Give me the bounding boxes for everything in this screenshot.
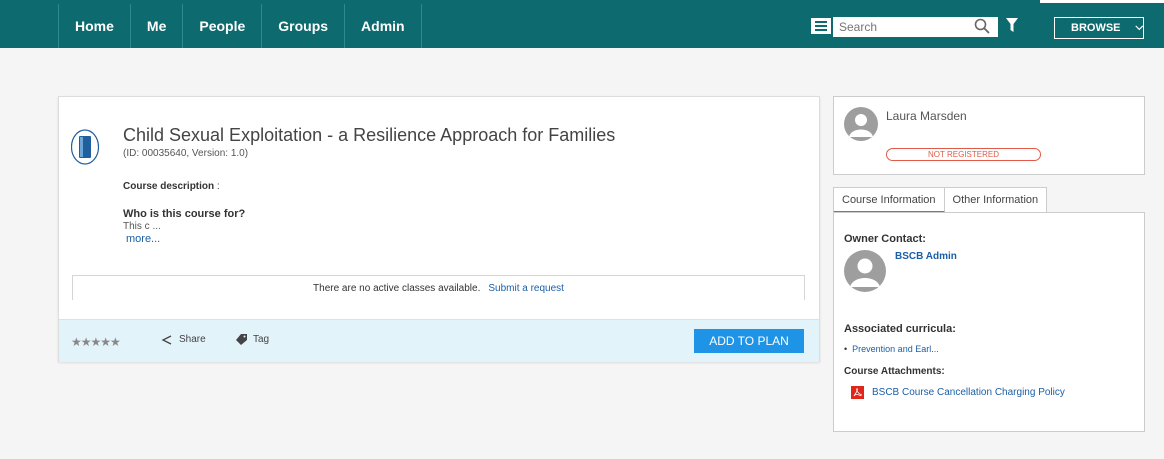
submit-request-link[interactable]: Submit a request — [488, 283, 564, 294]
course-id: (ID: 00035640, Version: 1.0) — [123, 148, 249, 159]
nav-item-admin[interactable]: Admin — [344, 4, 422, 48]
share-label: Share — [179, 334, 206, 345]
course-card: Child Sexual Exploitation - a Resilience… — [58, 96, 820, 362]
tab-course-information[interactable]: Course Information — [833, 187, 945, 213]
registration-status-badge: NOT REGISTERED — [886, 148, 1041, 161]
top-navigation-bar: Home Me People Groups Admin BROWSE — [0, 0, 1164, 48]
owner-avatar-icon — [844, 250, 886, 292]
menu-icon[interactable] — [811, 18, 831, 34]
associated-curricula-label: Associated curricula: — [844, 323, 956, 335]
course-attachments-label: Course Attachments: — [844, 366, 945, 377]
book-icon — [71, 129, 99, 165]
header-accent-line — [1040, 0, 1164, 3]
share-icon — [161, 334, 172, 345]
course-description-label: Course description : — [123, 181, 220, 192]
description-snippet: This c ... — [123, 221, 161, 232]
search-box — [833, 17, 998, 37]
tag-icon — [236, 334, 247, 345]
info-tabs: Course Information Other Information — [833, 187, 1048, 213]
nav-item-home[interactable]: Home — [58, 4, 130, 48]
owner-name-link[interactable]: BSCB Admin — [895, 251, 957, 262]
more-link[interactable]: more... — [126, 233, 160, 245]
chevron-down-icon — [1134, 25, 1143, 31]
tag-button[interactable]: Tag — [236, 334, 269, 345]
tab-other-information[interactable]: Other Information — [944, 187, 1048, 213]
search-icon[interactable] — [974, 18, 990, 34]
pdf-icon — [851, 386, 864, 399]
course-info-panel: Owner Contact: BSCB Admin Associated cur… — [833, 212, 1145, 432]
nav-item-people[interactable]: People — [182, 4, 261, 48]
user-panel: Laura Marsden NOT REGISTERED — [833, 96, 1145, 175]
filter-icon[interactable] — [1006, 18, 1018, 32]
browse-button[interactable]: BROWSE — [1054, 17, 1144, 39]
attachment-label: BSCB Course Cancellation Charging Policy — [872, 387, 1065, 398]
search-input[interactable] — [833, 18, 963, 36]
nav-item-me[interactable]: Me — [129, 4, 182, 48]
browse-label: BROWSE — [1071, 22, 1121, 34]
no-classes-text: There are no active classes available. — [313, 282, 481, 294]
nav-item-groups[interactable]: Groups — [261, 4, 344, 48]
audience-heading: Who is this course for? — [123, 208, 246, 220]
no-classes-banner: There are no active classes available. S… — [72, 275, 805, 300]
user-name: Laura Marsden — [886, 109, 967, 123]
share-button[interactable]: Share — [161, 334, 206, 345]
add-to-plan-button[interactable]: ADD TO PLAN — [694, 329, 804, 353]
rating-stars[interactable]: ★★★★★ — [71, 335, 121, 349]
owner-contact-label: Owner Contact: — [844, 233, 926, 245]
course-title: Child Sexual Exploitation - a Resilience… — [123, 125, 616, 145]
card-footer: ★★★★★ Share Tag ADD TO PLAN — [59, 319, 819, 362]
main-nav: Home Me People Groups Admin — [58, 4, 422, 48]
user-avatar-icon — [844, 107, 878, 141]
curriculum-link[interactable]: • Prevention and Earl... — [844, 344, 939, 354]
attachment-link[interactable]: BSCB Course Cancellation Charging Policy — [851, 386, 1065, 399]
tag-label: Tag — [253, 334, 270, 345]
